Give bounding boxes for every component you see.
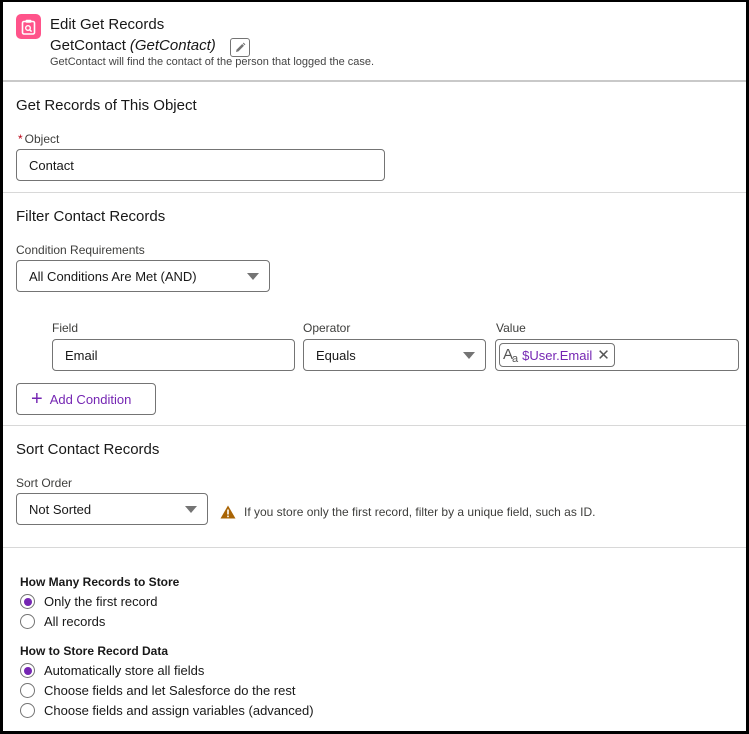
radio-label: Choose fields and assign variables (adva… bbox=[44, 703, 314, 718]
object-input[interactable]: Contact bbox=[16, 149, 385, 181]
radio-button[interactable] bbox=[20, 614, 35, 629]
condition-requirements-label: Condition Requirements bbox=[16, 243, 145, 257]
edit-label-button[interactable] bbox=[230, 38, 250, 57]
field-column-label: Field bbox=[52, 321, 79, 335]
condition-operator-select[interactable]: Equals bbox=[303, 339, 486, 371]
section-divider bbox=[3, 425, 746, 426]
radio-label: Only the first record bbox=[44, 594, 158, 609]
sort-warning-text: If you store only the first record, filt… bbox=[244, 505, 596, 519]
object-label-text: Object bbox=[24, 132, 60, 146]
warning-icon bbox=[220, 505, 236, 524]
element-description: GetContact will find the contact of the … bbox=[50, 56, 375, 68]
condition-value-input[interactable]: Aa $User.Email ✕ bbox=[495, 339, 739, 371]
value-column-label: Value bbox=[496, 321, 526, 335]
radio-all-records[interactable]: All records bbox=[20, 614, 105, 629]
sort-order-select[interactable]: Not Sorted bbox=[16, 493, 208, 525]
radio-auto-store-all-fields[interactable]: Automatically store all fields bbox=[20, 663, 204, 678]
text-type-icon: Aa bbox=[503, 345, 518, 365]
operator-column-label: Operator bbox=[303, 321, 351, 335]
object-label: * Object bbox=[18, 132, 59, 146]
element-label-text: GetContact bbox=[50, 37, 126, 54]
add-condition-label: Add Condition bbox=[49, 391, 132, 407]
close-icon[interactable]: ✕ bbox=[597, 348, 610, 363]
radio-only-first-record[interactable]: Only the first record bbox=[20, 594, 157, 609]
get-records-icon bbox=[16, 14, 41, 39]
radio-choose-fields-salesforce[interactable]: Choose fields and let Salesforce do the … bbox=[20, 683, 295, 698]
radio-choose-fields-assign-variables[interactable]: Choose fields and assign variables (adva… bbox=[20, 703, 314, 718]
required-marker: * bbox=[18, 132, 23, 146]
condition-requirements-select[interactable]: All Conditions Are Met (AND) bbox=[16, 260, 270, 292]
value-pill-text: $User.Email bbox=[522, 347, 593, 363]
object-section-title: Get Records of This Object bbox=[16, 97, 197, 114]
filter-section-title: Filter Contact Records bbox=[16, 208, 166, 225]
section-divider bbox=[3, 547, 746, 548]
radio-label: All records bbox=[44, 614, 106, 629]
condition-field-input[interactable]: Email bbox=[52, 339, 295, 371]
chevron-down-icon bbox=[463, 352, 475, 359]
sort-order-value: Not Sorted bbox=[29, 501, 92, 517]
radio-button[interactable] bbox=[20, 683, 35, 698]
value-pill: Aa $User.Email ✕ bbox=[499, 343, 615, 367]
condition-field-value: Email bbox=[65, 347, 98, 363]
chevron-down-icon bbox=[185, 506, 197, 513]
plus-icon: + bbox=[31, 388, 43, 410]
element-api-name: (GetContact) bbox=[129, 37, 216, 54]
condition-requirements-value: All Conditions Are Met (AND) bbox=[29, 268, 197, 284]
how-to-store-title: How to Store Record Data bbox=[20, 644, 169, 658]
object-input-value: Contact bbox=[29, 157, 74, 173]
get-records-editor-panel: Edit Get Records GetContact (GetContact)… bbox=[0, 0, 749, 734]
chevron-down-icon bbox=[247, 273, 259, 280]
section-divider bbox=[3, 80, 746, 82]
element-label: GetContact (GetContact) bbox=[50, 37, 216, 54]
radio-button[interactable] bbox=[20, 594, 35, 609]
pencil-icon bbox=[236, 42, 246, 52]
radio-label: Automatically store all fields bbox=[44, 663, 205, 678]
section-divider bbox=[3, 192, 746, 193]
how-many-records-title: How Many Records to Store bbox=[20, 575, 180, 589]
radio-button[interactable] bbox=[20, 703, 35, 718]
sort-section-title: Sort Contact Records bbox=[16, 441, 160, 458]
panel-title: Edit Get Records bbox=[50, 16, 165, 33]
radio-button[interactable] bbox=[20, 663, 35, 678]
add-condition-button[interactable]: + Add Condition bbox=[16, 383, 156, 415]
sort-order-label: Sort Order bbox=[16, 476, 73, 490]
condition-operator-value: Equals bbox=[316, 347, 356, 363]
radio-label: Choose fields and let Salesforce do the … bbox=[44, 683, 296, 698]
